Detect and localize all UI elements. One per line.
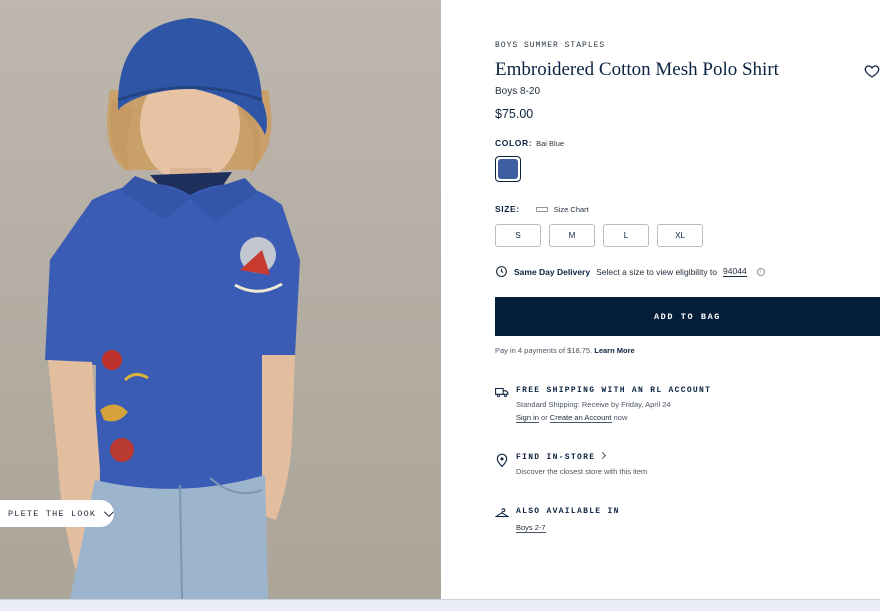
shipping-title: FREE SHIPPING WITH AN RL ACCOUNT [516, 386, 712, 395]
chevron-right-icon [599, 451, 607, 460]
complete-the-look-label: PLETE THE LOOK [8, 508, 97, 519]
now-text: now [613, 413, 628, 422]
delivery-text: Select a size to view eligibility to [596, 266, 718, 277]
size-option-m[interactable]: M [549, 224, 595, 247]
hanger-icon [495, 508, 509, 518]
truck-icon [495, 387, 509, 398]
find-in-store-title: FIND IN-STORE [516, 453, 596, 462]
zip-code-link[interactable]: 94044 [723, 266, 747, 277]
product-subtitle: Boys 8-20 [495, 86, 541, 97]
product-price: $75.00 [495, 107, 534, 121]
size-label: SIZE: [495, 204, 520, 214]
info-icon[interactable]: i [756, 267, 765, 276]
swatch-fill [498, 159, 518, 179]
size-option-xl[interactable]: XL [657, 224, 703, 247]
heart-icon[interactable] [864, 63, 880, 79]
size-chart-link[interactable]: Size Chart [554, 205, 589, 214]
or-text: or [541, 413, 548, 422]
also-available-section: ALSO AVAILABLE IN Boys 2-7 [495, 507, 620, 533]
product-details: BOYS SUMMER STAPLES Embroidered Cotton M… [495, 0, 880, 599]
size-options: S M L XL [495, 224, 703, 247]
clock-icon [496, 266, 507, 277]
location-pin-icon [496, 453, 508, 467]
find-in-store-section[interactable]: FIND IN-STORE Discover the closest store… [495, 451, 648, 476]
shipping-line: Standard Shipping: Receive by Friday, Ap… [516, 400, 671, 409]
create-account-link[interactable]: Create an Account [549, 413, 612, 423]
bottom-scroll-bar[interactable] [0, 599, 880, 611]
color-row: COLOR: Bai Blue [495, 138, 564, 148]
complete-the-look-button[interactable]: PLETE THE LOOK [0, 500, 115, 527]
also-available-title: ALSO AVAILABLE IN [516, 507, 620, 516]
store-text: Discover the closest store with this ite… [516, 467, 648, 476]
installment-text: Pay in 4 payments of $18.75. [495, 346, 593, 355]
ruler-icon [535, 206, 548, 212]
size-row: SIZE: Size Chart [495, 204, 589, 214]
product-title: Embroidered Cotton Mesh Polo Shirt [495, 59, 779, 80]
add-to-bag-button[interactable]: ADD TO BAG [495, 297, 880, 336]
learn-more-link[interactable]: Learn More [594, 346, 634, 355]
account-links: Sign in or Create an Account now [516, 413, 711, 423]
size-option-s[interactable]: S [495, 224, 541, 247]
installment-info: Pay in 4 payments of $18.75. Learn More [495, 346, 635, 355]
collection-eyebrow: BOYS SUMMER STAPLES [495, 41, 606, 50]
sign-in-link[interactable]: Sign in [516, 413, 539, 423]
delivery-title: Same Day Delivery [514, 266, 591, 277]
same-day-delivery: Same Day Delivery Select a size to view … [495, 265, 765, 278]
free-shipping-section: FREE SHIPPING WITH AN RL ACCOUNT Standar… [495, 386, 712, 423]
color-swatch-bai-blue[interactable] [495, 156, 521, 182]
color-label: COLOR: [495, 138, 533, 148]
find-in-store-link[interactable]: FIND IN-STORE [516, 451, 647, 462]
product-image[interactable]: PLETE THE LOOK [0, 0, 441, 599]
size-option-l[interactable]: L [603, 224, 649, 247]
boys-2-7-link[interactable]: Boys 2-7 [516, 523, 546, 533]
color-value: Bai Blue [536, 139, 565, 148]
chevron-down-icon [104, 507, 115, 518]
